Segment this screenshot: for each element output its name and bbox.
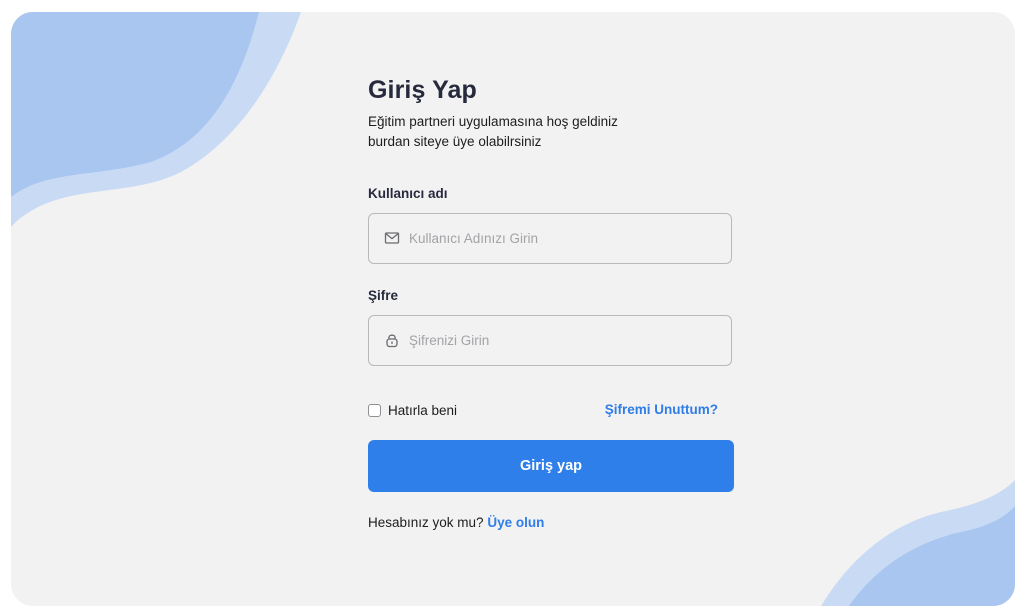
forgot-password-link[interactable]: Şifremi Unuttum? (605, 402, 718, 417)
welcome-line-2: burdan siteye üye olabilrsiniz (368, 134, 542, 149)
password-field[interactable] (368, 315, 732, 366)
password-input[interactable] (409, 316, 719, 365)
username-label: Kullanıcı adı (368, 186, 448, 201)
wave-top-left-light (11, 12, 301, 227)
signup-prompt: Hesabınız yok mu? Üye olun (368, 515, 544, 530)
signup-prompt-text: Hesabınız yok mu? (368, 515, 484, 530)
signup-link[interactable]: Üye olun (487, 515, 544, 530)
login-card: Giriş Yap Eğitim partneri uygulamasına h… (11, 12, 1015, 606)
login-button[interactable]: Giriş yap (368, 440, 734, 492)
remember-checkbox[interactable] (368, 403, 381, 417)
remember-me[interactable]: Hatırla beni (368, 402, 457, 418)
mail-icon (384, 232, 400, 244)
remember-label: Hatırla beni (388, 402, 458, 418)
page-title: Giriş Yap (368, 76, 477, 104)
wave-bottom-right-dark (849, 506, 1015, 606)
welcome-text: Eğitim partneri uygulamasına hoş geldini… (368, 112, 618, 152)
lock-icon (386, 334, 398, 348)
welcome-line-1: Eğitim partneri uygulamasına hoş geldini… (368, 114, 618, 129)
wave-bottom-right-light (821, 480, 1015, 606)
password-label: Şifre (368, 288, 399, 303)
username-input[interactable] (409, 214, 719, 263)
wave-top-left-dark (11, 12, 259, 197)
username-field[interactable] (368, 213, 732, 264)
